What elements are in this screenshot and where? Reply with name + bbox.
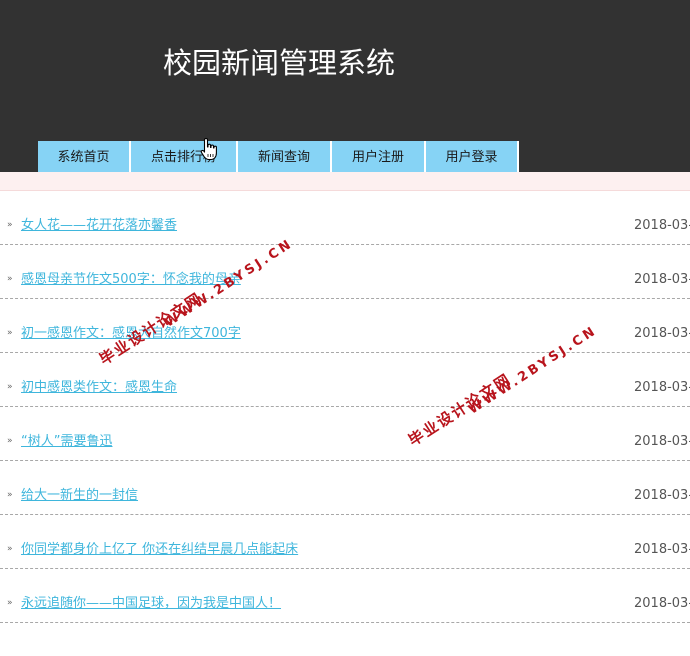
nav-register[interactable]: 用户注册 [332, 141, 426, 174]
news-date: 2018-03- [634, 380, 690, 395]
bullet-icon: » [7, 274, 13, 284]
news-title-link[interactable]: 你同学都身价上亿了 你还在纠结早晨几点能起床 [21, 542, 298, 558]
news-title-link[interactable]: “树人”需要鲁迅 [21, 434, 112, 450]
news-title-link[interactable]: 给大一新生的一封信 [21, 488, 138, 504]
news-date: 2018-03- [634, 218, 690, 233]
hand-pointer-icon [200, 137, 217, 161]
news-date: 2018-03- [634, 542, 690, 557]
news-date: 2018-03- [634, 434, 690, 449]
news-list-item: » 初一感恩作文：感恩大自然作文700字 2018-03- [0, 299, 690, 353]
bullet-icon: » [7, 544, 13, 554]
news-list: » 女人花——花开花落亦馨香 2018-03- » 感恩母亲节作文500字：怀念… [0, 191, 690, 623]
news-list-item: » 感恩母亲节作文500字：怀念我的母亲 2018-03- [0, 245, 690, 299]
nav-login[interactable]: 用户登录 [426, 141, 519, 174]
news-date: 2018-03- [634, 326, 690, 341]
site-title: 校园新闻管理系统 [163, 46, 396, 80]
bullet-icon: » [7, 382, 13, 392]
bullet-icon: » [7, 598, 13, 608]
news-title-link[interactable]: 感恩母亲节作文500字：怀念我的母亲 [21, 272, 241, 288]
news-list-item: » 初中感恩类作文：感恩生命 2018-03- [0, 353, 690, 407]
news-list-item: » “树人”需要鲁迅 2018-03- [0, 407, 690, 461]
nav-click-ranking[interactable]: 点击排行榜 [131, 141, 238, 174]
bullet-icon: » [7, 220, 13, 230]
site-header: 校园新闻管理系统 系统首页 点击排行榜 新闻查询 用户注册 用户登录 [0, 0, 690, 174]
main-nav: 系统首页 点击排行榜 新闻查询 用户注册 用户登录 [38, 141, 519, 174]
nav-home[interactable]: 系统首页 [38, 141, 131, 174]
header-divider-strip [0, 172, 690, 191]
news-list-item: » 女人花——花开花落亦馨香 2018-03- [0, 191, 690, 245]
news-title-link[interactable]: 初一感恩作文：感恩大自然作文700字 [21, 326, 241, 342]
news-date: 2018-03- [634, 488, 690, 503]
news-date: 2018-03- [634, 272, 690, 287]
news-title-link[interactable]: 女人花——花开花落亦馨香 [21, 218, 177, 234]
bullet-icon: » [7, 328, 13, 338]
nav-news-search[interactable]: 新闻查询 [238, 141, 332, 174]
news-list-item: » 给大一新生的一封信 2018-03- [0, 461, 690, 515]
news-list-item: » 你同学都身价上亿了 你还在纠结早晨几点能起床 2018-03- [0, 515, 690, 569]
news-date: 2018-03- [634, 596, 690, 611]
news-list-item: » 永远追随你——中国足球，因为我是中国人！ 2018-03- [0, 569, 690, 623]
bullet-icon: » [7, 436, 13, 446]
news-title-link[interactable]: 永远追随你——中国足球，因为我是中国人！ [21, 596, 281, 612]
bullet-icon: » [7, 490, 13, 500]
news-title-link[interactable]: 初中感恩类作文：感恩生命 [21, 380, 177, 396]
